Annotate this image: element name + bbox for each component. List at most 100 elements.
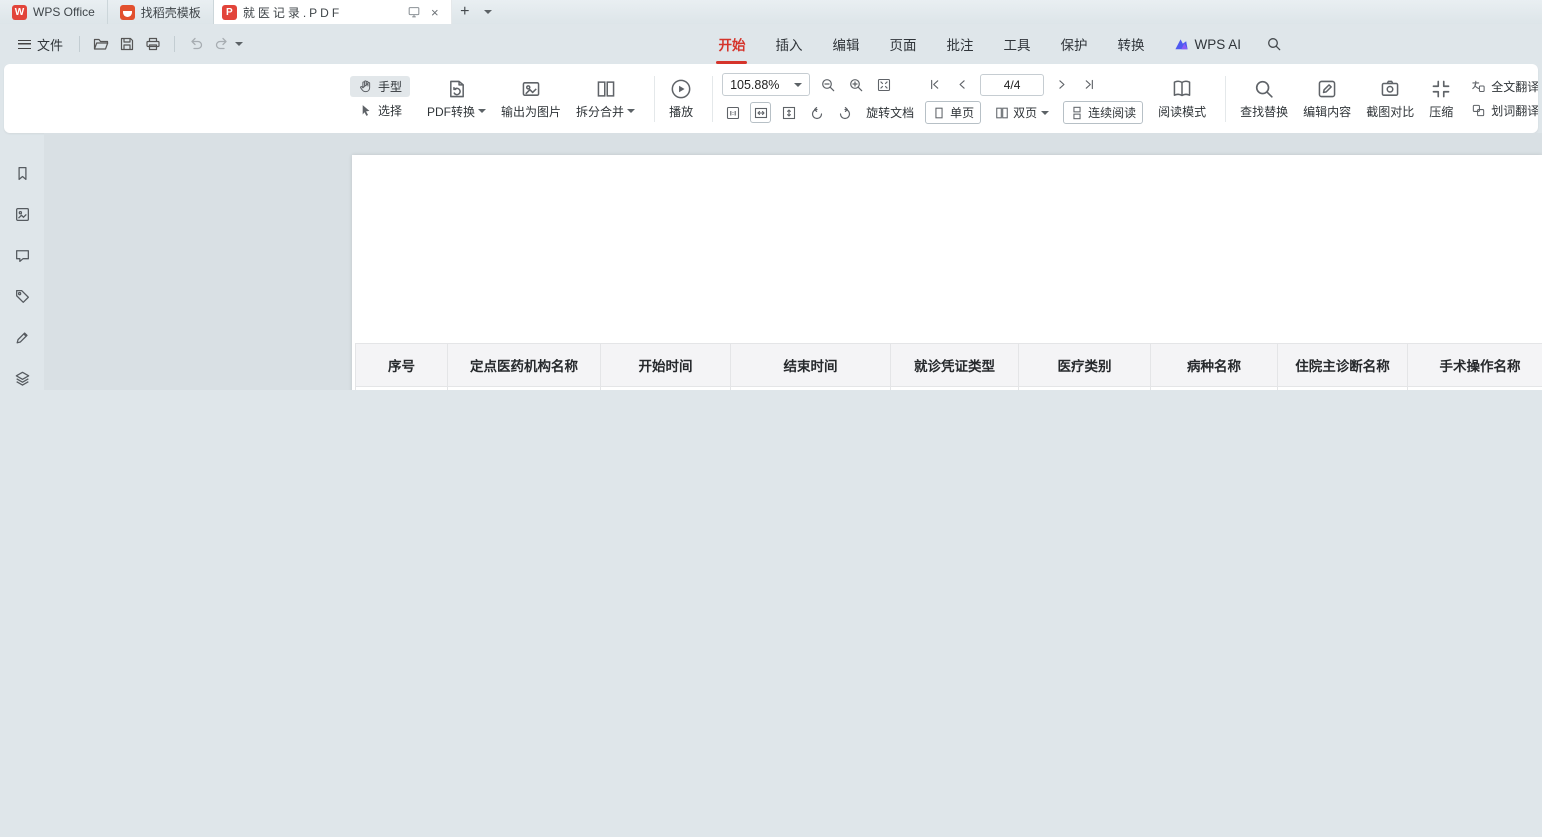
select-tool-button[interactable]: 选择	[350, 100, 410, 121]
search-button[interactable]	[1256, 24, 1292, 64]
redo-icon	[214, 36, 230, 52]
tab-page[interactable]: 页面	[874, 24, 931, 64]
chevron-down-icon	[1041, 111, 1049, 115]
tab-wps-office[interactable]: WPS Office	[0, 0, 108, 24]
zoom-out-icon	[820, 77, 836, 93]
open-file-button[interactable]	[88, 32, 114, 56]
word-translate-icon	[1471, 103, 1486, 118]
compress-label: 压缩	[1429, 103, 1453, 120]
first-page-button[interactable]	[924, 74, 945, 95]
thumbnails-pane-button[interactable]	[10, 202, 34, 226]
play-button[interactable]: 播放	[664, 75, 698, 123]
column-header: 开始时间	[601, 344, 731, 387]
thumbnail-pane-icon	[14, 206, 31, 223]
tab-protect[interactable]: 保护	[1045, 24, 1102, 64]
zoom-in-button[interactable]	[845, 74, 866, 95]
zoom-out-button[interactable]	[817, 74, 838, 95]
table-header-row: 序号定点医药机构名称开始时间结束时间就诊凭证类型医疗类别病种名称住院主诊断名称手…	[356, 344, 1542, 387]
page-indicator-input[interactable]	[980, 74, 1044, 96]
tab-comment[interactable]: 批注	[931, 24, 988, 64]
comments-pane-button[interactable]	[10, 243, 34, 267]
zoom-level-select[interactable]: 105.88%	[722, 73, 810, 96]
monitor-icon[interactable]	[407, 5, 421, 19]
undo-button[interactable]	[183, 32, 209, 56]
find-replace-button[interactable]: 查找替换	[1235, 75, 1293, 123]
split-merge-button[interactable]: 拆分合并	[571, 75, 640, 123]
layers-pane-button[interactable]	[10, 366, 34, 390]
rotate-left-button[interactable]	[806, 102, 827, 123]
rotate-document-button[interactable]: 旋转文档	[862, 102, 918, 123]
actual-size-button[interactable]	[722, 102, 743, 123]
table-cell: 2022-08-10	[601, 387, 731, 391]
document-title: 就医记录.PDF	[243, 4, 401, 21]
view-controls-group: 105.88%	[722, 73, 1143, 124]
hand-tool-button[interactable]: 手型	[350, 76, 410, 97]
pdf-convert-button[interactable]: PDF转换	[422, 75, 491, 123]
continuous-reading-button[interactable]: 连续阅读	[1063, 101, 1143, 124]
fit-page-button[interactable]	[778, 102, 799, 123]
tab-docer-templates[interactable]: 找稻壳模板	[108, 0, 214, 24]
redo-button[interactable]	[209, 32, 235, 56]
chevron-down-icon	[478, 109, 486, 113]
undo-icon	[188, 36, 204, 52]
divider	[1225, 76, 1226, 122]
last-page-button[interactable]	[1079, 74, 1100, 95]
double-page-button[interactable]: 双页	[988, 101, 1056, 124]
column-header: 手术操作名称	[1408, 344, 1542, 387]
continuous-reading-icon	[1070, 106, 1084, 120]
word-translate-button[interactable]: 划词翻译	[1463, 100, 1538, 121]
undo-history-dropdown-icon[interactable]	[235, 42, 243, 46]
tab-wps-ai[interactable]: WPS AI	[1159, 24, 1256, 64]
split-merge-icon	[595, 78, 617, 100]
tab-insert[interactable]: 插入	[760, 24, 817, 64]
rotate-right-button[interactable]	[834, 102, 855, 123]
previous-page-button[interactable]	[952, 74, 973, 95]
tab-list-dropdown-icon[interactable]	[484, 10, 492, 14]
save-button[interactable]	[114, 32, 140, 56]
export-image-button[interactable]: 输出为图片	[496, 75, 566, 123]
screenshot-compare-button[interactable]: 截图对比	[1361, 75, 1419, 123]
book-icon	[1171, 78, 1193, 100]
tab-tools[interactable]: 工具	[988, 24, 1045, 64]
tab-home[interactable]: 开始	[703, 24, 760, 64]
hand-tool-label: 手型	[378, 78, 402, 95]
next-page-button[interactable]	[1051, 74, 1072, 95]
records-table-body: 1深圳市妇幼保健院2022-08-102022-08-10居民身份证普通门诊--…	[356, 387, 1542, 391]
pdf-doc-icon	[222, 5, 237, 20]
tab-edit[interactable]: 编辑	[817, 24, 874, 64]
screenshot-compare-label: 截图对比	[1366, 103, 1414, 120]
window-tab-bar: WPS Office 找稻壳模板 就医记录.PDF	[0, 0, 1542, 24]
single-page-button[interactable]: 单页	[925, 101, 981, 124]
new-tab-button[interactable]	[452, 0, 478, 24]
close-tab-icon[interactable]	[427, 5, 443, 20]
read-mode-button[interactable]: 阅读模式	[1153, 75, 1211, 123]
find-replace-label: 查找替换	[1240, 103, 1288, 120]
file-menu-button[interactable]: 文件	[10, 31, 71, 58]
ribbon-tab-label: WPS AI	[1194, 37, 1241, 52]
print-button[interactable]	[140, 32, 166, 56]
bookmarks-pane-button[interactable]	[10, 161, 34, 185]
first-page-icon	[928, 78, 941, 91]
ribbon-tab-label: 工具	[1003, 34, 1030, 54]
medical-records-table: 序号定点医药机构名称开始时间结束时间就诊凭证类型医疗类别病种名称住院主诊断名称手…	[355, 343, 1542, 390]
full-translate-label: 全文翻译	[1491, 78, 1538, 95]
tab-document[interactable]: 就医记录.PDF	[214, 0, 452, 24]
export-image-label: 输出为图片	[501, 103, 561, 120]
tab-convert[interactable]: 转换	[1102, 24, 1159, 64]
column-header: 就诊凭证类型	[891, 344, 1019, 387]
tag-icon	[14, 288, 31, 305]
fit-width-button[interactable]	[750, 102, 771, 123]
play-icon	[670, 78, 692, 100]
tags-pane-button[interactable]	[10, 284, 34, 308]
fit-window-button[interactable]	[873, 74, 894, 95]
save-icon	[119, 36, 135, 52]
compress-button[interactable]: 压缩	[1424, 75, 1458, 123]
table-cell: 普通门诊	[1019, 387, 1151, 391]
select-cursor-icon	[358, 103, 373, 118]
fit-window-icon	[876, 77, 892, 93]
signature-pane-button[interactable]	[10, 325, 34, 349]
full-text-translate-button[interactable]: 全文翻译	[1463, 76, 1538, 97]
edit-content-icon	[1316, 78, 1338, 100]
zoom-value: 105.88%	[730, 78, 779, 92]
edit-content-button[interactable]: 编辑内容	[1298, 75, 1356, 123]
